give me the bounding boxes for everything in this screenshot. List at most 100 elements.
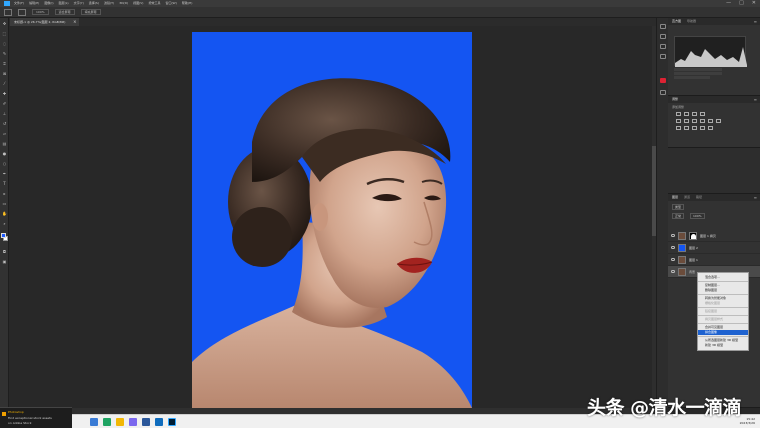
menu-item-delete-layer[interactable]: 删除图层: [698, 288, 748, 293]
layer-name[interactable]: 图层 1 拷贝: [700, 234, 716, 238]
screen-mode-icon[interactable]: ▣: [2, 260, 7, 264]
curves-icon[interactable]: [692, 112, 697, 116]
eraser-tool-icon[interactable]: ▱: [2, 132, 7, 136]
blur-tool-icon[interactable]: ●: [2, 152, 7, 156]
hand-tool-icon[interactable]: ✋: [2, 212, 7, 216]
canvas-workspace[interactable]: [9, 26, 656, 408]
properties-icon[interactable]: [660, 34, 666, 39]
menu-item-new-3d-model[interactable]: 新建 3D 模型: [698, 343, 748, 348]
menu-item-3d[interactable]: 3D(D): [119, 0, 128, 7]
history-icon[interactable]: [660, 24, 666, 29]
color-balance-icon[interactable]: [692, 119, 697, 123]
layer-name[interactable]: 图层 1: [689, 258, 698, 262]
panel-menu-icon[interactable]: ≡: [754, 96, 757, 103]
threshold-icon[interactable]: [692, 126, 697, 130]
swatches-icon[interactable]: [660, 54, 666, 59]
layer-name[interactable]: 图层 2: [689, 246, 698, 250]
quick-select-tool-icon[interactable]: ✎: [2, 52, 7, 56]
word-icon[interactable]: [142, 418, 150, 426]
visibility-eye-icon[interactable]: [671, 234, 675, 237]
photoshop-taskbar-icon[interactable]: [168, 418, 176, 426]
panel-menu-icon[interactable]: ≡: [754, 194, 757, 201]
menu-item-window[interactable]: 窗口(W): [166, 0, 177, 7]
lasso-tool-icon[interactable]: ◌: [2, 42, 7, 46]
channel-mixer-icon[interactable]: [716, 119, 721, 123]
type-tool-icon[interactable]: T: [2, 182, 7, 186]
vibrance-icon[interactable]: [676, 119, 681, 123]
levels-icon[interactable]: [684, 112, 689, 116]
fill-screen-button[interactable]: 填充屏幕: [80, 9, 101, 15]
menu-item-layer[interactable]: 图层(L): [59, 0, 69, 7]
tab-histogram[interactable]: 直方图: [672, 18, 681, 25]
pen-tool-icon[interactable]: ✒: [2, 172, 7, 176]
color-icon[interactable]: [660, 44, 666, 49]
fit-screen-button[interactable]: 适合屏幕: [54, 9, 75, 15]
opacity-field[interactable]: 100%: [690, 213, 705, 219]
menu-item-image[interactable]: 图像(I): [44, 0, 53, 7]
zoom-level-field[interactable]: 100%: [32, 9, 49, 15]
stock-notification[interactable]: Photoshop Find exceptional stock assets …: [0, 407, 72, 428]
layer-kind-filter[interactable]: 类型: [672, 204, 685, 210]
black-white-icon[interactable]: [700, 119, 705, 123]
eyedropper-tool-icon[interactable]: ⁄: [2, 82, 7, 86]
menu-item-filter[interactable]: 滤镜(T): [104, 0, 114, 7]
menu-item-help[interactable]: 帮助(H): [182, 0, 193, 7]
menu-item-type[interactable]: 文字(Y): [74, 0, 84, 7]
menu-item-view[interactable]: 视图(V): [133, 0, 143, 7]
panel-menu-icon[interactable]: ≡: [754, 18, 757, 25]
layer-mask-thumbnail[interactable]: [689, 231, 697, 240]
layer-row[interactable]: 图层 1 拷贝: [668, 230, 760, 242]
path-select-tool-icon[interactable]: ▸: [2, 192, 7, 196]
document-tab[interactable]: 未标题-1 @ 26.7%(图层 2, RGB/8#) ×: [10, 18, 80, 26]
outlook-icon[interactable]: [155, 418, 163, 426]
close-window-button[interactable]: ✕: [752, 0, 756, 7]
minimize-button[interactable]: —: [726, 0, 731, 7]
blend-mode-select[interactable]: 正常: [672, 213, 685, 219]
task-view-icon[interactable]: [90, 418, 98, 426]
move-tool-icon[interactable]: ✥: [2, 22, 7, 26]
tab-layers[interactable]: 图层: [672, 194, 678, 201]
history-brush-tool-icon[interactable]: ↺: [2, 122, 7, 126]
selective-color-icon[interactable]: [708, 126, 713, 130]
dodge-tool-icon[interactable]: ○: [2, 162, 7, 166]
menu-item-flatten-image[interactable]: 拼合图像: [698, 330, 748, 335]
tab-paths[interactable]: 路径: [696, 194, 702, 201]
exposure-icon[interactable]: [700, 112, 705, 116]
posterize-icon[interactable]: [684, 126, 689, 130]
libraries-icon[interactable]: [660, 78, 666, 83]
quick-mask-icon[interactable]: ◘: [2, 250, 7, 254]
tab-channels[interactable]: 通道: [684, 194, 690, 201]
zoom-tool-icon[interactable]: [18, 8, 26, 16]
layer-name[interactable]: 背景: [689, 270, 695, 274]
visibility-eye-icon[interactable]: [671, 270, 675, 273]
menu-item-file[interactable]: 文件(F): [14, 0, 24, 7]
paragraph-icon[interactable]: [660, 90, 666, 95]
taskbar-clock[interactable]: 15:42 2023/3/26: [740, 417, 755, 425]
clone-stamp-tool-icon[interactable]: ⊥: [2, 112, 7, 116]
visibility-eye-icon[interactable]: [671, 246, 675, 249]
photo-filter-icon[interactable]: [708, 119, 713, 123]
shape-tool-icon[interactable]: ▭: [2, 202, 7, 206]
menu-item-edit[interactable]: 编辑(E): [29, 0, 39, 7]
tab-adjustments[interactable]: 调整: [672, 96, 678, 103]
layer-row[interactable]: 图层 2: [668, 242, 760, 254]
visibility-eye-icon[interactable]: [671, 258, 675, 261]
menu-item-plugins[interactable]: 增效工具: [148, 0, 160, 7]
home-icon[interactable]: [4, 8, 12, 16]
frame-tool-icon[interactable]: ⊠: [2, 72, 7, 76]
invert-icon[interactable]: [676, 126, 681, 130]
menu-item-select[interactable]: 选择(S): [89, 0, 99, 7]
file-explorer-icon[interactable]: [116, 418, 124, 426]
tab-navigator[interactable]: 导航器: [687, 18, 696, 25]
close-tab-icon[interactable]: ×: [73, 18, 76, 26]
healing-brush-tool-icon[interactable]: ✚: [2, 92, 7, 96]
edge-browser-icon[interactable]: [103, 418, 111, 426]
hue-saturation-icon[interactable]: [684, 119, 689, 123]
layer-row[interactable]: 图层 1: [668, 254, 760, 266]
brush-tool-icon[interactable]: ✐: [2, 102, 7, 106]
foreground-color-swatch[interactable]: [1, 233, 6, 238]
gradient-map-icon[interactable]: [700, 126, 705, 130]
marquee-tool-icon[interactable]: ⬚: [2, 32, 7, 36]
gradient-tool-icon[interactable]: ▤: [2, 142, 7, 146]
maximize-button[interactable]: □: [739, 0, 744, 7]
